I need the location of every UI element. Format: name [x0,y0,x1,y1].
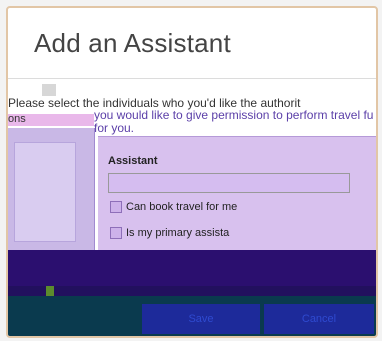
dialog-title: Add an Assistant [34,28,231,58]
left-panel-list[interactable] [14,142,76,242]
can-book-checkbox[interactable] [110,201,122,213]
corrupted-region [8,250,376,296]
instruction-line-2: you would like to give permission to per… [94,108,374,122]
left-fragment-text: ons [8,113,26,125]
instruction-line-3: for you. [94,121,135,135]
assistant-form: Assistant Can book travel for me Is my p… [98,136,376,251]
primary-assistant-label: Is my primary assista [126,227,230,239]
add-assistant-dialog: Add an Assistant Please select the indiv… [6,6,378,338]
primary-assistant-checkbox[interactable] [110,227,122,239]
assistant-input[interactable] [108,173,350,193]
assistant-label: Assistant [108,155,158,167]
corrupted-strip [8,286,376,296]
can-book-label: Can book travel for me [126,201,238,213]
left-fragment-band: ons [8,113,94,126]
left-panel [8,128,95,250]
save-button[interactable]: Save [142,304,260,334]
cancel-button[interactable]: Cancel [264,304,374,334]
title-divider [8,78,376,79]
